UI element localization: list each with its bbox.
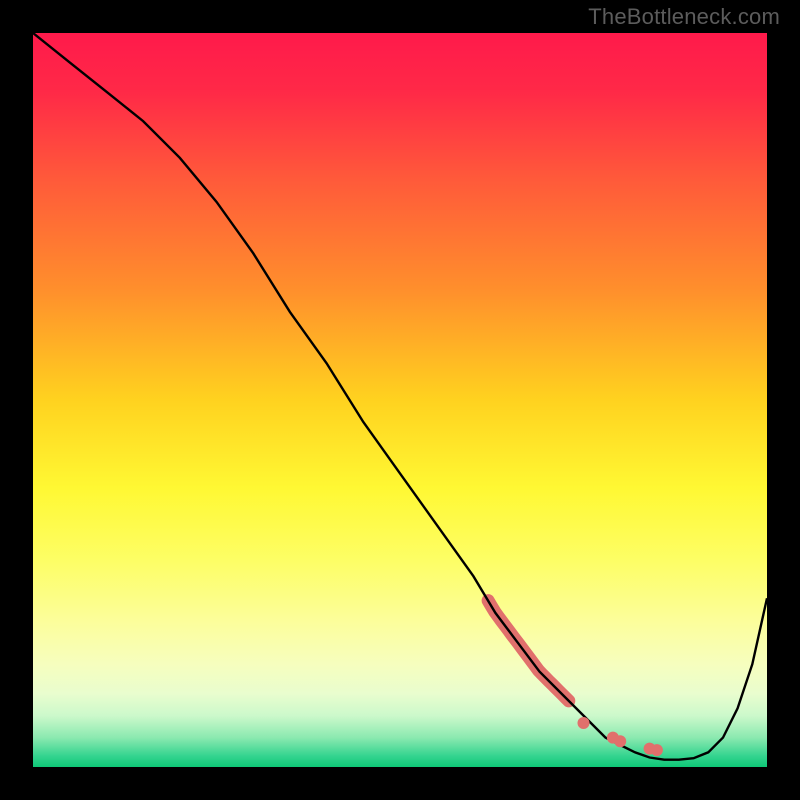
plot-area bbox=[33, 33, 767, 767]
watermark-text: TheBottleneck.com bbox=[588, 4, 780, 30]
curve-marker bbox=[578, 717, 590, 729]
curve-marker bbox=[614, 735, 626, 747]
curve-marker bbox=[651, 744, 663, 756]
gradient-background bbox=[33, 33, 767, 767]
plot-svg bbox=[33, 33, 767, 767]
chart-frame: TheBottleneck.com bbox=[0, 0, 800, 800]
